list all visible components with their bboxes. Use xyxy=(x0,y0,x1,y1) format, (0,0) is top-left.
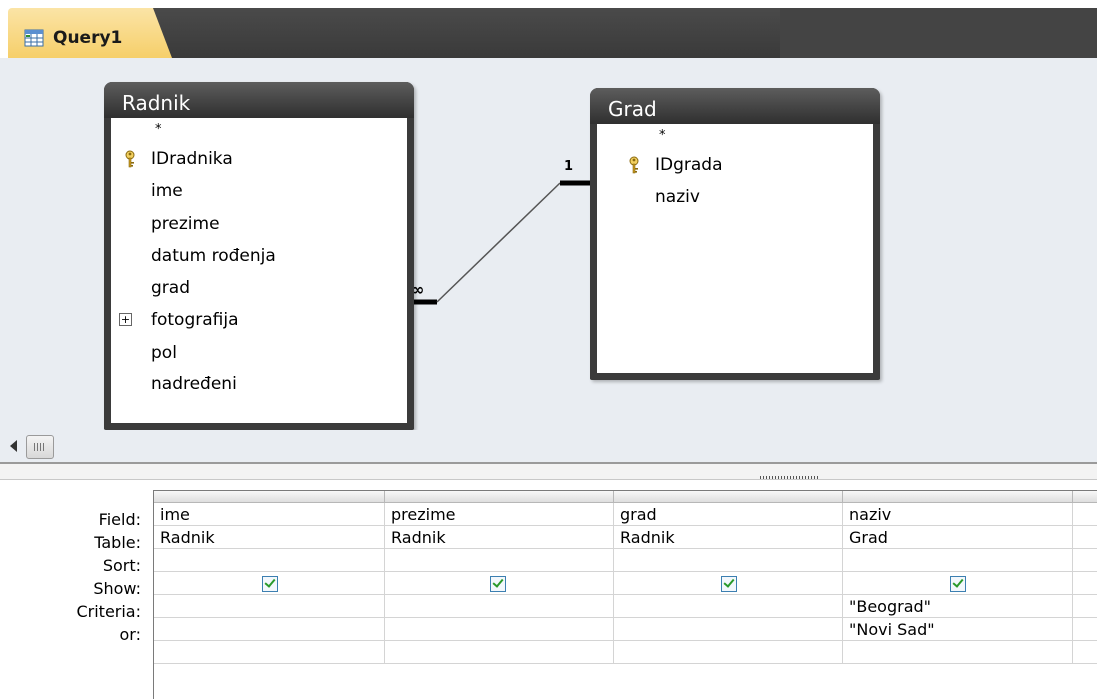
table-cell[interactable]: Radnik xyxy=(154,526,385,549)
show-cell xyxy=(385,572,614,595)
document-tab-bar: Query1 xyxy=(0,0,1097,58)
or-cell[interactable] xyxy=(385,618,614,641)
table-cell[interactable]: Grad xyxy=(843,526,1073,549)
column-selector[interactable] xyxy=(843,491,1073,503)
row-label-show: Show: xyxy=(93,579,141,598)
field-label: fotografija xyxy=(151,310,239,330)
table-title[interactable]: Grad xyxy=(590,88,880,124)
table-radnik[interactable]: Radnik * IDradnika ime prezime datum rođ… xyxy=(104,82,414,430)
expand-icon[interactable]: + xyxy=(119,313,132,326)
diagram-horizontal-scrollbar[interactable] xyxy=(0,430,1097,462)
grip-icon xyxy=(34,443,46,451)
show-checkbox[interactable] xyxy=(490,576,506,592)
scroll-thumb[interactable] xyxy=(26,435,54,459)
field-grad[interactable]: grad xyxy=(151,278,190,298)
splitter-grip-icon xyxy=(760,476,820,479)
one-side-label: 1 xyxy=(564,159,573,174)
field-pol[interactable]: pol xyxy=(151,343,177,363)
row-label-sort: Sort: xyxy=(102,556,141,575)
sort-cell[interactable] xyxy=(614,549,843,572)
row-label-criteria: Criteria: xyxy=(76,602,141,621)
empty-cell[interactable] xyxy=(614,641,843,664)
column-selector[interactable] xyxy=(1073,491,1097,503)
table-cell[interactable]: Radnik xyxy=(614,526,843,549)
field-naziv[interactable]: naziv xyxy=(655,187,700,207)
field-cell[interactable]: naziv xyxy=(843,503,1073,526)
field-fotografija[interactable]: + fotografija xyxy=(119,310,239,330)
table-grad[interactable]: Grad * IDgrada naziv xyxy=(590,88,880,380)
show-checkbox[interactable] xyxy=(262,576,278,592)
field-label: IDradnika xyxy=(151,149,233,169)
sort-cell[interactable] xyxy=(843,549,1073,572)
field-cell[interactable]: prezime xyxy=(385,503,614,526)
show-cell xyxy=(614,572,843,595)
criteria-cell[interactable] xyxy=(1073,595,1097,618)
field-cell[interactable]: ime xyxy=(154,503,385,526)
row-labels: Field: Table: Sort: Show: Criteria: or: xyxy=(0,480,153,698)
field-all[interactable]: * xyxy=(659,128,666,143)
show-checkbox[interactable] xyxy=(721,576,737,592)
empty-cell[interactable] xyxy=(385,641,614,664)
table-cell[interactable]: Radnik xyxy=(385,526,614,549)
criteria-cell[interactable]: "Beograd" xyxy=(843,595,1073,618)
tab-bar-background xyxy=(150,8,1097,58)
criteria-cell[interactable] xyxy=(385,595,614,618)
sort-cell[interactable] xyxy=(1073,549,1097,572)
row-label-table: Table: xyxy=(94,533,141,552)
row-label-field: Field: xyxy=(98,510,141,529)
pane-splitter[interactable] xyxy=(0,462,1097,480)
tab-query1[interactable]: Query1 xyxy=(8,8,172,58)
scroll-left-icon[interactable] xyxy=(10,440,17,452)
primary-key-icon xyxy=(629,156,639,174)
empty-cell[interactable] xyxy=(154,641,385,664)
column-selector[interactable] xyxy=(385,491,614,503)
field-cell[interactable] xyxy=(1073,503,1097,526)
primary-key-icon xyxy=(125,150,135,168)
sort-cell[interactable] xyxy=(154,549,385,572)
tab-label: Query1 xyxy=(53,28,123,48)
row-label-or: or: xyxy=(119,625,141,644)
sort-cell[interactable] xyxy=(385,549,614,572)
query-icon xyxy=(24,29,44,47)
field-ime[interactable]: ime xyxy=(151,181,183,201)
criteria-cell[interactable] xyxy=(614,595,843,618)
field-prezime[interactable]: prezime xyxy=(151,214,220,234)
empty-cell[interactable] xyxy=(1073,641,1097,664)
or-cell[interactable] xyxy=(614,618,843,641)
criteria-cell[interactable] xyxy=(154,595,385,618)
column-selector[interactable] xyxy=(614,491,843,503)
show-cell[interactable] xyxy=(1073,572,1097,595)
field-cell[interactable]: grad xyxy=(614,503,843,526)
empty-cell[interactable] xyxy=(843,641,1073,664)
field-label: IDgrada xyxy=(655,155,723,175)
field-all[interactable]: * xyxy=(155,122,162,137)
or-cell[interactable]: "Novi Sad" xyxy=(843,618,1073,641)
field-datum-rodjenja[interactable]: datum rođenja xyxy=(151,246,276,266)
table-title[interactable]: Radnik xyxy=(104,82,414,118)
query-design-diagram[interactable]: ∞ 1 Radnik * IDradnika ime prezime datum… xyxy=(0,58,1097,430)
query-design-grid: Field: Table: Sort: Show: Criteria: or: … xyxy=(0,480,1097,699)
show-checkbox[interactable] xyxy=(950,576,966,592)
table-cell[interactable] xyxy=(1073,526,1097,549)
field-idgrada[interactable]: IDgrada xyxy=(629,155,723,175)
show-cell xyxy=(843,572,1073,595)
field-idradnika[interactable]: IDradnika xyxy=(125,149,233,169)
criteria-grid[interactable]: ime Radnik prezime Radnik grad Radnik na… xyxy=(153,490,1097,699)
field-nadredjeni[interactable]: nadređeni xyxy=(151,374,237,394)
or-cell[interactable] xyxy=(1073,618,1097,641)
show-cell xyxy=(154,572,385,595)
column-selector[interactable] xyxy=(154,491,385,503)
or-cell[interactable] xyxy=(154,618,385,641)
field-list[interactable]: * IDradnika ime prezime datum rođenja gr… xyxy=(111,118,407,423)
field-list[interactable]: * IDgrada naziv xyxy=(597,124,873,373)
